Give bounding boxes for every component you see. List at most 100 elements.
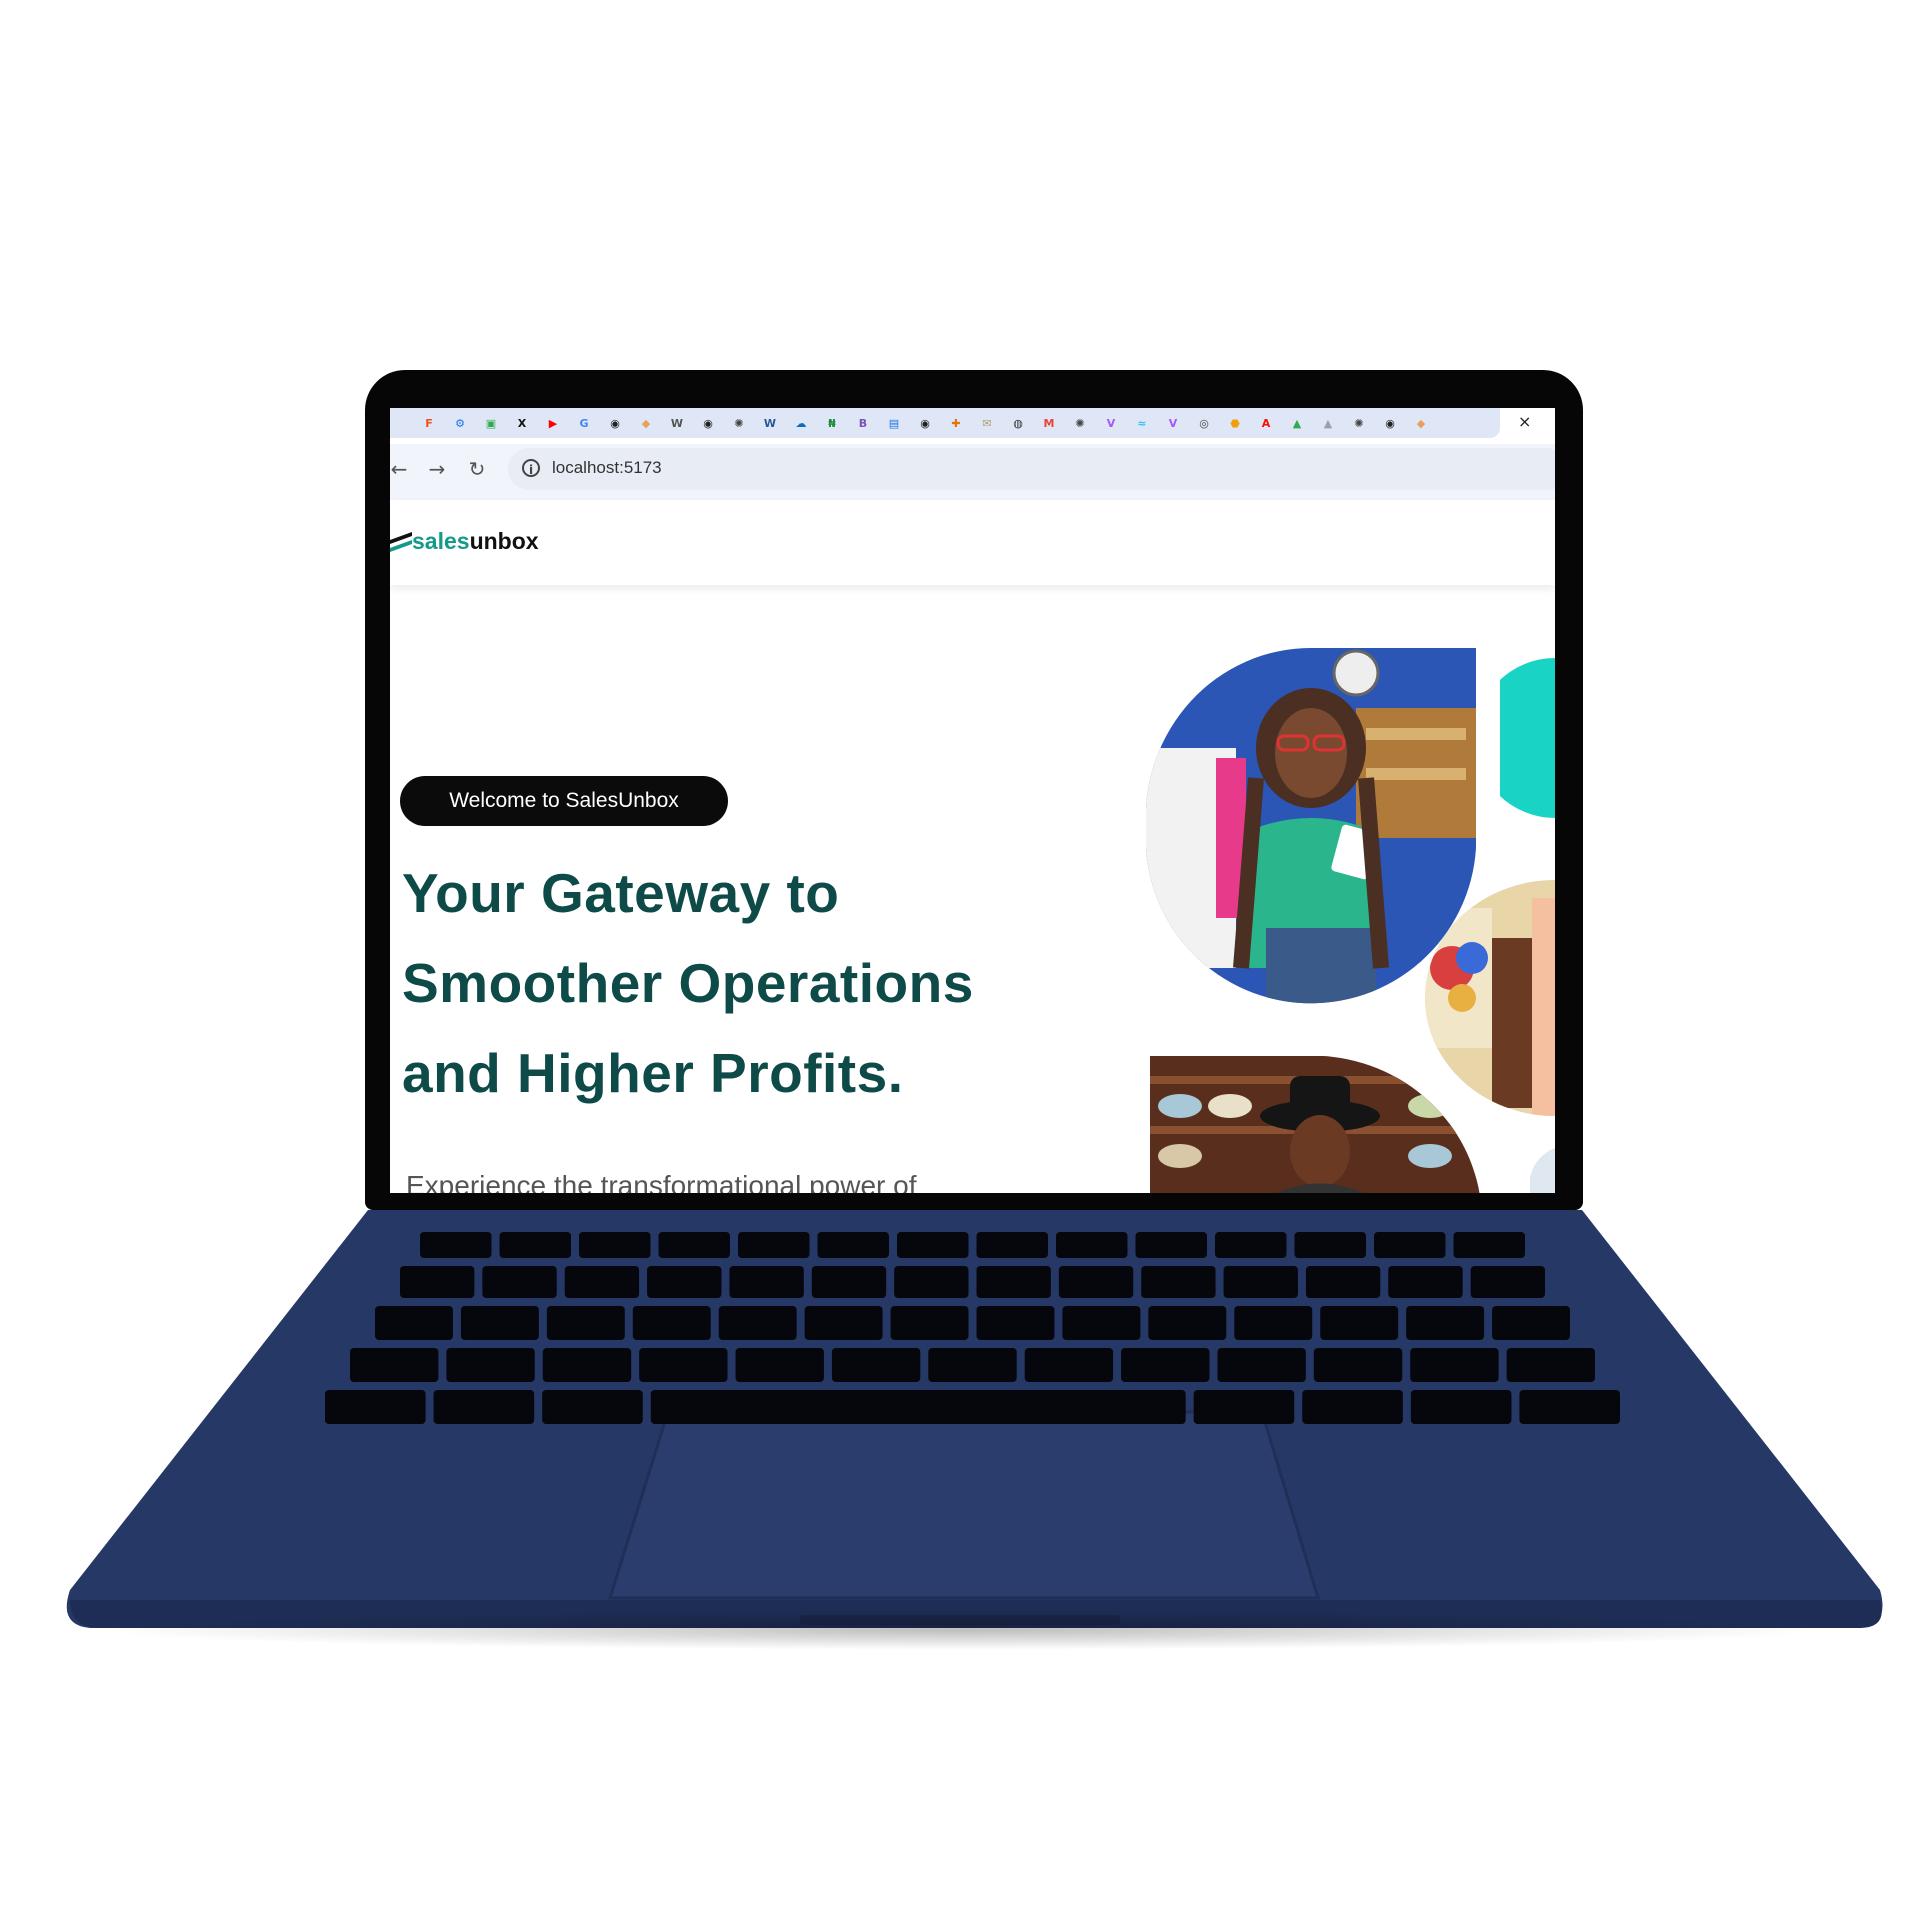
keyboard-key — [738, 1232, 810, 1258]
keyboard-key — [1470, 1266, 1545, 1298]
forward-arrow-icon[interactable]: → — [422, 454, 452, 484]
headline-line: Your Gateway to — [402, 862, 840, 924]
close-tab-icon[interactable]: × — [1518, 412, 1531, 431]
keyboard-key — [811, 1266, 887, 1298]
keyboard-key — [1058, 1266, 1134, 1298]
welcome-badge: Welcome to SalesUnbox — [400, 776, 728, 826]
hero-subtext: Experience the transformational power of — [406, 1170, 917, 1193]
github-bookmark-icon[interactable]: ◉ — [1379, 414, 1401, 432]
keyboard-key — [564, 1266, 640, 1298]
keyboard-key — [1294, 1232, 1366, 1258]
youtube-bookmark-icon[interactable]: ▶ — [542, 414, 564, 432]
tailwind-bookmark-icon[interactable]: ≈ — [1131, 414, 1153, 432]
logo-part-sales: sales — [412, 528, 470, 554]
bookmark-list: F ⚙ ▣ X ▶ G ◉ ◆ W ◉ ✺ W ☁ ₦ B ▤ ◉ ✚ ✉ ◍ M ✺ V ≈ V ◎ ⬣ A ▲ ▲ ✺ ◉ ◆ — [418, 414, 1432, 432]
hero-image-teal-shape — [1500, 658, 1555, 818]
keyboard-key — [1374, 1232, 1446, 1258]
wikipedia-bookmark-icon[interactable]: W — [666, 414, 688, 432]
adobe-bookmark-icon[interactable]: A — [1255, 414, 1277, 432]
keyboard-key — [976, 1306, 1055, 1340]
chrome-bookmark-icon[interactable]: ◎ — [1193, 414, 1215, 432]
keyboard-key — [804, 1306, 883, 1340]
naira-bookmark-icon[interactable]: ₦ — [821, 414, 843, 432]
keyboard-key — [400, 1266, 475, 1298]
keyboard-key — [1121, 1348, 1210, 1382]
x-bookmark-icon[interactable]: X — [511, 414, 533, 432]
keyboard-key — [1410, 1348, 1499, 1382]
github-bookmark-icon[interactable]: ◉ — [914, 414, 936, 432]
vue-bookmark-icon[interactable]: V — [1100, 414, 1122, 432]
keyboard-key — [632, 1306, 711, 1340]
address-bar[interactable]: i localhost:5173 — [508, 448, 1555, 490]
onedrive-bookmark-icon[interactable]: ☁ — [790, 414, 812, 432]
reload-icon[interactable]: ↻ — [462, 454, 492, 484]
headline-line: Smoother Operations — [402, 952, 974, 1014]
openai-bookmark-icon[interactable]: ✺ — [728, 414, 750, 432]
browser-window: F ⚙ ▣ X ▶ G ◉ ◆ W ◉ ✺ W ☁ ₦ B ▤ ◉ ✚ ✉ ◍ M ✺ V ≈ V ◎ ⬣ A ▲ ▲ ✺ ◉ ◆ × ← → … — [390, 408, 1555, 1193]
globe-bookmark-icon[interactable]: ◍ — [1007, 414, 1029, 432]
vite-bookmark-icon[interactable]: V — [1162, 414, 1184, 432]
logo-part-unbox: unbox — [469, 528, 539, 554]
keyboard-key — [546, 1306, 625, 1340]
browser-toolbar: ← → ↻ i localhost:5173 — [390, 444, 1555, 501]
badge-bookmark-icon[interactable]: ⬣ — [1224, 414, 1246, 432]
keyboard-key — [976, 1266, 1051, 1298]
keyboard-key — [735, 1348, 824, 1382]
keyboard-key — [1234, 1306, 1313, 1340]
keyboard-key — [1302, 1390, 1403, 1424]
keyboard-key — [579, 1232, 651, 1258]
bookmark-bookmark-icon[interactable]: ◆ — [635, 414, 657, 432]
keyboard-key — [1215, 1232, 1287, 1258]
keyboard-key — [1305, 1266, 1381, 1298]
openai-bookmark-icon[interactable]: ✺ — [1348, 414, 1370, 432]
keyboard-key — [1148, 1306, 1227, 1340]
keyboard-key — [1217, 1348, 1306, 1382]
mail-bookmark-icon[interactable]: ✉ — [976, 414, 998, 432]
bookmark-bookmark-icon[interactable]: ◆ — [1410, 414, 1432, 432]
figma-bookmark-icon[interactable]: F — [418, 414, 440, 432]
github-bookmark-icon[interactable]: ◉ — [604, 414, 626, 432]
keyboard-key — [1388, 1266, 1463, 1298]
bootstrap-bookmark-icon[interactable]: B — [852, 414, 874, 432]
keyboard-key — [718, 1306, 797, 1340]
keyboard-key — [420, 1232, 492, 1258]
meet-bookmark-icon[interactable]: ▣ — [480, 414, 502, 432]
site-info-icon[interactable]: i — [522, 459, 540, 477]
hero-image-partial — [1530, 1148, 1555, 1193]
url-text[interactable]: localhost:5173 — [552, 458, 662, 478]
keyboard-key — [647, 1266, 722, 1298]
keyboard-key — [499, 1232, 571, 1258]
space-bar-key — [700, 1390, 1155, 1424]
openai-bookmark-icon[interactable]: ✺ — [1069, 414, 1091, 432]
keyboard-key — [1410, 1390, 1512, 1424]
settings-bookmark-icon[interactable]: ⚙ — [449, 414, 471, 432]
keyboard-key — [460, 1306, 539, 1340]
docs-bookmark-icon[interactable]: ▤ — [883, 414, 905, 432]
google-bookmark-icon[interactable]: G — [573, 414, 595, 432]
headline-line: and Higher Profits. — [402, 1042, 904, 1104]
hero-image-hat-shop — [1150, 1056, 1480, 1193]
site-header: salesunbox — [390, 500, 1555, 585]
keyboard-key — [1492, 1306, 1570, 1340]
bookmarks-bar: F ⚙ ▣ X ▶ G ◉ ◆ W ◉ ✺ W ☁ ₦ B ▤ ◉ ✚ ✉ ◍ M ✺ V ≈ V ◎ ⬣ A ▲ ▲ ✺ ◉ ◆ — [390, 408, 1500, 438]
keyboard-key — [1062, 1306, 1141, 1340]
keyboard-key — [831, 1348, 921, 1382]
back-arrow-icon[interactable]: ← — [390, 454, 414, 484]
keyboard-key — [1141, 1266, 1216, 1298]
keyboard-key — [1135, 1232, 1207, 1258]
keyboard-key — [976, 1232, 1048, 1258]
keyboard-key — [542, 1390, 643, 1424]
keyboard-key — [375, 1306, 453, 1340]
puzzle-bookmark-icon[interactable]: ✚ — [945, 414, 967, 432]
keyboard-key — [446, 1348, 535, 1382]
keyboard-key — [817, 1232, 889, 1258]
drive-bookmark-icon[interactable]: ▲ — [1286, 414, 1308, 432]
keyboard-key — [897, 1232, 969, 1258]
logo[interactable]: salesunbox — [412, 528, 539, 555]
word-bookmark-icon[interactable]: W — [759, 414, 781, 432]
gmail-bookmark-icon[interactable]: M — [1038, 414, 1060, 432]
keyboard-key — [1193, 1390, 1295, 1424]
drive-bookmark-icon[interactable]: ▲ — [1317, 414, 1339, 432]
laptop-shadow — [90, 1610, 1830, 1650]
github-bookmark-icon[interactable]: ◉ — [697, 414, 719, 432]
